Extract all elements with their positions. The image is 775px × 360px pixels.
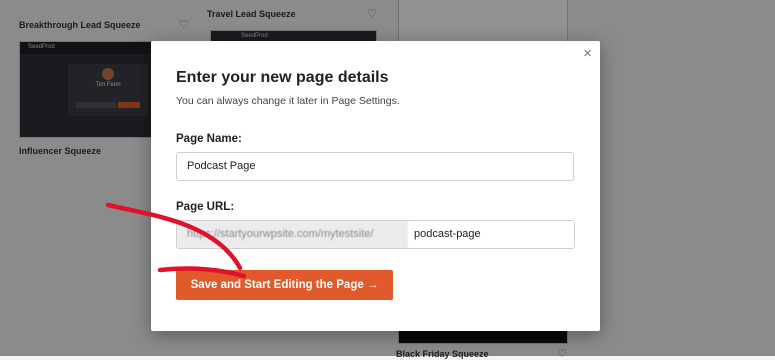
url-slug-input[interactable]: podcast-page [408, 221, 574, 248]
page-url-field: https://startyourwpsite.com/mytestsite/ … [176, 220, 575, 249]
dialog-title: Enter your new page details [176, 69, 389, 86]
close-icon[interactable]: × [583, 46, 592, 61]
page-url-label: Page URL: [176, 201, 235, 213]
url-prefix: https://startyourwpsite.com/mytestsite/ [177, 221, 408, 248]
page-name-label: Page Name: [176, 133, 242, 145]
dialog-subtitle: You can always change it later in Page S… [176, 95, 400, 107]
page-name-input[interactable]: Podcast Page [176, 152, 574, 181]
new-page-dialog: × Enter your new page details You can al… [151, 41, 600, 331]
save-and-edit-button[interactable]: Save and Start Editing the Page → [176, 270, 393, 300]
